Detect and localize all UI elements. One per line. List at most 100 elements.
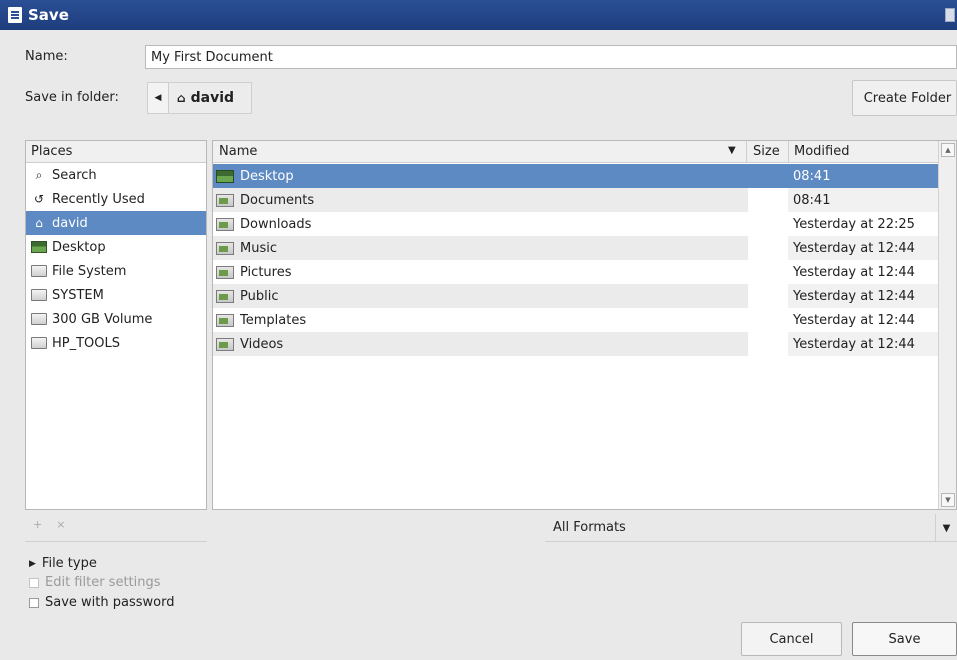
desktop-folder-icon — [216, 169, 234, 183]
file-name: Videos — [240, 336, 284, 352]
scroll-down-icon[interactable]: ▼ — [941, 493, 955, 507]
column-name[interactable]: Name — [219, 144, 257, 159]
file-type-label: File type — [41, 556, 97, 571]
filename-input[interactable] — [145, 45, 957, 69]
divider — [25, 541, 207, 542]
place-item-300gb-volume[interactable]: 300 GB Volume — [26, 307, 206, 331]
search-icon: ⌕ — [35, 167, 43, 182]
place-item-david[interactable]: ⌂ david — [26, 211, 206, 235]
file-row-downloads[interactable]: Downloads Yesterday at 22:25 — [213, 212, 938, 236]
file-name-cell: Public — [213, 284, 748, 308]
file-name: Documents — [240, 192, 315, 208]
folder-icon — [216, 241, 234, 255]
folder-icon — [216, 217, 234, 231]
sort-down-icon: ▼ — [728, 145, 736, 156]
file-type-expander[interactable]: ▶ File type — [29, 556, 97, 571]
folder-icon — [216, 265, 234, 279]
file-modified: Yesterday at 12:44 — [793, 312, 915, 328]
scroll-up-icon[interactable]: ▲ — [941, 143, 955, 157]
save-in-folder-label: Save in folder: — [25, 90, 119, 105]
file-name: Music — [240, 240, 277, 256]
places-toolbar: + × — [33, 518, 65, 531]
file-row-documents[interactable]: Documents 08:41 — [213, 188, 938, 212]
place-item-hp-tools[interactable]: HP_TOOLS — [26, 331, 206, 355]
breadcrumb-home[interactable]: ⌂ david — [168, 82, 252, 114]
format-filter-value: All Formats — [553, 520, 626, 535]
window-control-button[interactable] — [945, 8, 955, 22]
checkbox-box — [29, 577, 39, 588]
file-name: Templates — [240, 312, 307, 328]
file-modified: 08:41 — [788, 188, 938, 212]
drive-icon — [31, 289, 47, 301]
add-place-button[interactable]: + — [33, 518, 42, 531]
file-row-desktop[interactable]: Desktop 08:41 — [213, 164, 938, 188]
expander-arrow-icon: ▶ — [29, 558, 36, 569]
file-list-header: Name ▼ Size Modified — [213, 141, 938, 163]
save-button[interactable]: Save — [852, 622, 957, 656]
file-name: Pictures — [240, 264, 292, 280]
file-name-cell: Music — [213, 236, 748, 260]
remove-place-button[interactable]: × — [56, 518, 65, 531]
file-row-videos[interactable]: Videos Yesterday at 12:44 — [213, 332, 938, 356]
desktop-icon — [31, 241, 47, 253]
place-item-file-system[interactable]: File System — [26, 259, 206, 283]
window-title: Save — [28, 6, 69, 24]
place-label: HP_TOOLS — [52, 335, 121, 351]
save-with-password-checkbox[interactable]: Save with password — [29, 595, 174, 610]
places-panel: Places ⌕ Search ↺ Recently Used ⌂ david … — [25, 140, 207, 510]
file-modified: Yesterday at 12:44 — [788, 332, 938, 356]
place-label: Search — [52, 167, 97, 183]
folder-icon — [216, 337, 234, 351]
left-arrow-icon: ◀ — [154, 93, 162, 103]
column-size[interactable]: Size — [746, 141, 788, 163]
cancel-label: Cancel — [769, 631, 814, 647]
path-back-button[interactable]: ◀ — [147, 82, 169, 114]
file-row-pictures[interactable]: Pictures Yesterday at 12:44 — [213, 260, 938, 284]
file-name-cell: Videos — [213, 332, 748, 356]
file-rows: Desktop 08:41 Documents 08:41 Downloads … — [213, 164, 938, 356]
create-folder-label: Create Folder — [863, 90, 952, 106]
chevron-down-icon[interactable]: ▼ — [935, 514, 957, 542]
file-name-cell: Desktop — [213, 164, 748, 188]
checkbox-box — [29, 597, 39, 608]
place-item-system[interactable]: SYSTEM — [26, 283, 206, 307]
folder-icon — [216, 313, 234, 327]
file-name: Public — [240, 288, 279, 304]
places-header[interactable]: Places — [26, 141, 206, 163]
cancel-button[interactable]: Cancel — [741, 622, 842, 656]
create-folder-button[interactable]: Create Folder — [852, 80, 957, 116]
file-name-cell: Templates — [213, 308, 748, 332]
file-modified: 08:41 — [788, 164, 938, 188]
file-modified: Yesterday at 12:44 — [788, 284, 938, 308]
places-header-label: Places — [31, 144, 73, 159]
file-row-music[interactable]: Music Yesterday at 12:44 — [213, 236, 938, 260]
format-filter-select[interactable]: All Formats — [545, 514, 957, 542]
file-modified: Yesterday at 22:25 — [793, 216, 915, 232]
save-with-password-label: Save with password — [45, 595, 175, 610]
file-row-public[interactable]: Public Yesterday at 12:44 — [213, 284, 938, 308]
column-modified[interactable]: Modified — [788, 141, 938, 163]
folder-icon — [216, 289, 234, 303]
vertical-scrollbar[interactable]: ▲ ▼ — [938, 141, 956, 509]
recent-icon: ↺ — [33, 192, 45, 206]
place-label: SYSTEM — [52, 287, 104, 303]
breadcrumb-label: david — [190, 90, 235, 106]
file-modified: Yesterday at 12:44 — [793, 264, 915, 280]
file-row-templates[interactable]: Templates Yesterday at 12:44 — [213, 308, 938, 332]
place-item-recently-used[interactable]: ↺ Recently Used — [26, 187, 206, 211]
file-name: Downloads — [240, 216, 312, 232]
place-item-search[interactable]: ⌕ Search — [26, 163, 206, 187]
place-item-desktop[interactable]: Desktop — [26, 235, 206, 259]
file-name-cell: Downloads — [213, 212, 748, 236]
save-label: Save — [888, 631, 921, 647]
edit-filter-label: Edit filter settings — [45, 575, 161, 590]
drive-icon — [31, 313, 47, 325]
file-name-cell: Documents — [213, 188, 748, 212]
file-size-cell — [748, 164, 788, 188]
title-bar: Save — [0, 0, 957, 30]
place-label: david — [52, 215, 88, 231]
folder-icon — [216, 193, 234, 207]
edit-filter-settings-checkbox[interactable]: Edit filter settings — [29, 575, 161, 590]
name-label: Name: — [25, 49, 68, 64]
place-label: File System — [52, 263, 127, 279]
